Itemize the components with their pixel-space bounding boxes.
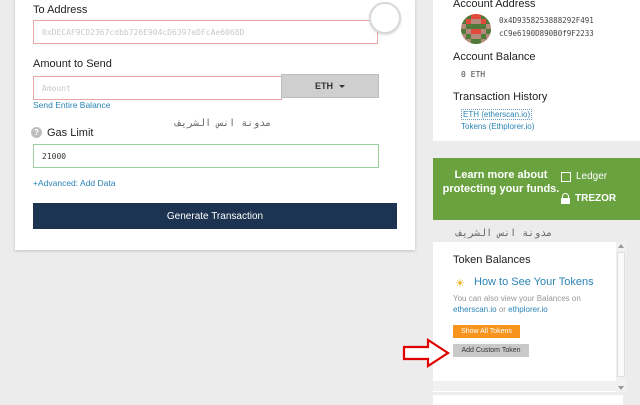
ledger-icon <box>561 171 571 182</box>
amount-input[interactable]: Amount <box>33 76 282 100</box>
security-promo-banner[interactable]: Learn more about protecting your funds. … <box>433 158 640 220</box>
trezor-label: TREZOR <box>575 193 617 204</box>
account-panel: Account Address 0x4D9358253888292F491 cC… <box>433 0 640 141</box>
generate-transaction-button[interactable]: Generate Transaction <box>33 203 397 229</box>
red-arrow-icon <box>402 338 451 368</box>
trezor-lock-icon <box>561 193 570 204</box>
etherscan-link[interactable]: ETH (etherscan.io) <box>461 109 533 120</box>
account-address-line-2: cC9e6190D890B0f9F2233 <box>499 29 594 38</box>
add-custom-token-button[interactable]: Add Custom Token <box>453 344 529 357</box>
gas-limit-label: Gas Limit <box>47 127 94 139</box>
account-address-title: Account Address <box>453 0 536 10</box>
token-panel-horizontal-scrollbar[interactable] <box>433 381 616 391</box>
watermark-text-2: مدونة انس الشريف <box>456 228 553 239</box>
scroll-up-icon[interactable] <box>618 244 624 248</box>
watermark-text: مدونة انس الشريف <box>175 118 272 129</box>
account-address-line-1: 0x4D9358253888292F491 <box>499 16 594 25</box>
scroll-down-icon[interactable] <box>618 386 624 390</box>
token-balances-panel: Token Balances ☀ How to See Your Tokens … <box>433 242 623 392</box>
caret-down-icon <box>339 84 345 88</box>
send-entire-balance-link[interactable]: Send Entire Balance <box>33 100 111 110</box>
amount-label: Amount to Send <box>33 58 112 70</box>
to-address-label: To Address <box>33 4 88 16</box>
scrollbar-thumb[interactable] <box>617 252 625 377</box>
token-panel-scrollbar[interactable] <box>616 242 626 392</box>
promo-text: Learn more about protecting your funds. <box>442 169 560 195</box>
advanced-add-data-link[interactable]: +Advanced: Add Data <box>33 178 115 188</box>
gas-limit-input[interactable]: 21000 <box>33 144 379 168</box>
account-balance-value: 0 ETH <box>461 70 486 79</box>
note-prefix: You can also view your Balances on <box>453 294 581 303</box>
account-identicon <box>461 14 491 44</box>
ledger-label: Ledger <box>576 171 608 182</box>
address-identicon-placeholder <box>369 2 401 34</box>
token-balances-title: Token Balances <box>453 254 531 266</box>
etherscan-token-link[interactable]: etherscan.io <box>453 305 497 314</box>
note-or: or <box>496 305 509 314</box>
token-balances-note: You can also view your Balances on ether… <box>453 293 613 315</box>
how-to-see-tokens-link[interactable]: How to See Your Tokens <box>474 276 594 288</box>
account-balance-title: Account Balance <box>453 51 536 63</box>
unit-label: ETH <box>315 81 333 91</box>
transaction-form: To Address 0xDECAF9CD2367cdbb726E904cD63… <box>15 0 415 250</box>
lightbulb-icon: ☀ <box>455 278 465 290</box>
transaction-history-title: Transaction History <box>453 91 548 103</box>
ethplorer-token-link[interactable]: ethplorer.io <box>508 305 548 314</box>
unit-dropdown[interactable]: ETH <box>281 74 379 98</box>
next-panel-edge <box>433 395 623 405</box>
help-icon[interactable]: ? <box>31 127 42 138</box>
ledger-brand: Ledger <box>561 171 607 182</box>
show-all-tokens-button[interactable]: Show All Tokens <box>453 325 520 338</box>
trezor-brand: TREZOR <box>561 193 616 204</box>
ethplorer-link[interactable]: Tokens (Ethplorer.io) <box>461 122 534 131</box>
to-address-input[interactable]: 0xDECAF9CD2367cdbb726E904cD6397eDFcAe606… <box>33 20 378 44</box>
